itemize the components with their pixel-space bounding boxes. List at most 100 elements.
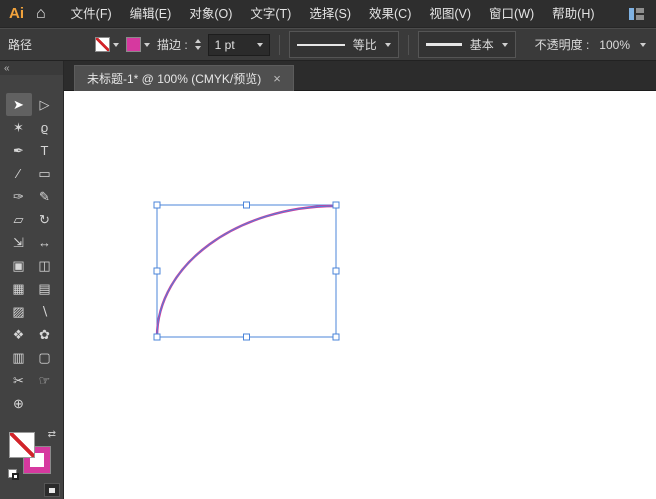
lasso-tool-icon: ϱ (40, 120, 49, 135)
free-transform-tool-icon: ▣ (12, 258, 25, 273)
column-graph-tool-button[interactable]: ▥ (6, 346, 32, 369)
pen-tool-button[interactable]: ✒ (6, 139, 32, 162)
type-tool-button[interactable]: T (32, 139, 58, 162)
gradient-tool-button[interactable]: ▨ (6, 300, 32, 323)
curve-path-selection-highlight (156, 205, 337, 338)
selection-tool-icon: ➤ (13, 97, 24, 112)
handle-top-right[interactable] (332, 201, 340, 209)
opacity-value-field[interactable]: 100% (595, 35, 634, 55)
menu-item-edit[interactable]: 编辑(E) (121, 0, 181, 28)
handle-bottom-center[interactable] (243, 333, 250, 341)
selection-tool-button[interactable]: ➤ (5, 93, 32, 116)
fill-swatch[interactable] (9, 432, 35, 458)
blend-tool-icon: ❖ (12, 327, 25, 342)
slice-tool-icon: ✂ (13, 373, 24, 388)
curve-path[interactable] (155, 204, 337, 338)
paintbrush-tool-button[interactable]: ✑ (6, 185, 32, 208)
handle-bottom-right[interactable] (332, 333, 340, 341)
hand-tool-button[interactable]: ☞ (32, 369, 58, 392)
symbol-sprayer-tool-button[interactable]: ✿ (32, 323, 58, 346)
direct-selection-tool-button[interactable]: ▷ (32, 93, 58, 116)
scale-tool-button[interactable]: ⇲ (6, 231, 32, 254)
handle-bottom-left[interactable] (153, 333, 161, 341)
divider (407, 34, 409, 55)
handle-middle-right[interactable] (332, 267, 340, 275)
double-chevron-left-icon: « (4, 62, 10, 74)
handle-top-center[interactable] (243, 201, 250, 209)
blend-tool-button[interactable]: ❖ (6, 323, 32, 346)
fill-stroke-indicator: ⇄ (8, 429, 56, 480)
perspective-grid-tool-button[interactable]: ▦ (6, 277, 32, 300)
chevron-down-icon (640, 42, 646, 47)
brush-stroke-line-icon (425, 43, 462, 46)
chevron-down-icon (384, 42, 391, 47)
slice-tool-button[interactable]: ✂ (6, 369, 32, 392)
swap-fill-stroke-icon[interactable]: ⇄ (48, 429, 56, 440)
menu-item-select[interactable]: 选择(S) (300, 0, 360, 28)
rectangle-tool-button[interactable]: ▭ (32, 162, 58, 185)
stroke-profile-line-icon (296, 43, 345, 46)
direct-selection-tool-icon: ▷ (39, 97, 50, 112)
artboard (153, 201, 340, 341)
zoom-tool-button[interactable]: ⊕ (6, 392, 32, 415)
lasso-tool-button[interactable]: ϱ (32, 116, 58, 139)
fill-none-swatch-icon (95, 37, 110, 52)
menu-item-object[interactable]: 对象(O) (180, 0, 241, 28)
tools-panel: « ➤ ▷ ✶ ϱ ✒ T ∕ ▭ ✑ ✎ ▱ ↻ ⇲ ↔ ▣ ◫ ▦ ▤ ▨ ∖ ❖ ✿ ▥ ▢ ✂ ☞ ⊕ ⇄ (0, 61, 64, 499)
workspace-switcher-button[interactable] (629, 7, 644, 20)
menu-item-effect[interactable]: 效果(C) (360, 0, 420, 28)
close-icon[interactable]: × (273, 72, 281, 85)
stroke-weight-field[interactable]: 1 pt (207, 33, 270, 56)
line-segment-tool-button[interactable]: ∕ (6, 162, 32, 185)
pen-tool-icon: ✒ (13, 143, 24, 158)
width-profile-dropdown[interactable]: 等比 (288, 31, 399, 58)
pencil-tool-button[interactable]: ✎ (32, 185, 58, 208)
column-graph-tool-icon: ▥ (12, 350, 25, 365)
stroke-label: 描边 : (157, 38, 188, 52)
handle-middle-left[interactable] (153, 267, 161, 275)
brush-definition-label: 基本 (469, 38, 494, 52)
width-tool-icon: ↔ (38, 235, 51, 250)
eyedropper-tool-button[interactable]: ∖ (32, 300, 58, 323)
magic-wand-tool-icon: ✶ (13, 120, 24, 135)
menu-item-view[interactable]: 视图(V) (420, 0, 480, 28)
menu-item-help[interactable]: 帮助(H) (543, 0, 603, 28)
handle-top-left[interactable] (153, 201, 161, 209)
shape-builder-tool-button[interactable]: ◫ (32, 254, 58, 277)
collapse-dock-button[interactable]: « (0, 61, 63, 75)
eraser-tool-icon: ▱ (13, 212, 24, 227)
default-fill-stroke-button[interactable] (8, 469, 20, 481)
width-tool-button[interactable]: ↔ (32, 231, 58, 254)
artboard-tool-icon: ▢ (38, 350, 51, 365)
screen-mode-button[interactable] (44, 483, 60, 497)
pencil-tool-icon: ✎ (39, 189, 50, 204)
stroke-color-button[interactable] (126, 37, 150, 52)
artboard-tool-button[interactable]: ▢ (32, 346, 58, 369)
home-icon[interactable]: ⌂ (36, 5, 46, 23)
opacity-group: 不透明度 : 100% (535, 35, 648, 55)
fill-color-button[interactable] (95, 37, 119, 52)
document-tab-title: 未标题-1* @ 100% (CMYK/预览) (87, 72, 262, 86)
mesh-tool-button[interactable]: ▤ (32, 277, 58, 300)
rotate-tool-icon: ↻ (39, 212, 50, 227)
stroke-weight-stepper[interactable] (194, 39, 201, 50)
menu-item-file[interactable]: 文件(F) (62, 0, 121, 28)
eraser-tool-button[interactable]: ▱ (6, 208, 32, 231)
canvas[interactable] (64, 91, 656, 499)
stepper-up-icon (194, 39, 201, 43)
menu-bar: Ai ⌂ 文件(F) 编辑(E) 对象(O) 文字(T) 选择(S) 效果(C) 视图(V)… (0, 0, 656, 28)
free-transform-tool-button[interactable]: ▣ (6, 254, 32, 277)
rotate-tool-button[interactable]: ↻ (32, 208, 58, 231)
magic-wand-tool-button[interactable]: ✶ (6, 116, 32, 139)
chevron-down-icon (501, 42, 508, 47)
document-tab[interactable]: 未标题-1* @ 100% (CMYK/预览) × (74, 65, 294, 91)
menu-item-type[interactable]: 文字(T) (241, 0, 300, 28)
brush-definition-dropdown[interactable]: 基本 (417, 31, 516, 58)
default-stroke-icon (12, 473, 19, 480)
menu-item-window[interactable]: 窗口(W) (480, 0, 543, 28)
chevron-down-icon (113, 42, 119, 47)
perspective-grid-tool-icon: ▦ (12, 281, 25, 296)
illustrator-logo: Ai (9, 5, 24, 22)
tools-grid: ➤ ▷ ✶ ϱ ✒ T ∕ ▭ ✑ ✎ ▱ ↻ ⇲ ↔ ▣ ◫ ▦ ▤ ▨ ∖ ❖ ✿ ▥ ▢ ✂ ☞ ⊕ (0, 93, 63, 415)
divider (278, 34, 280, 55)
